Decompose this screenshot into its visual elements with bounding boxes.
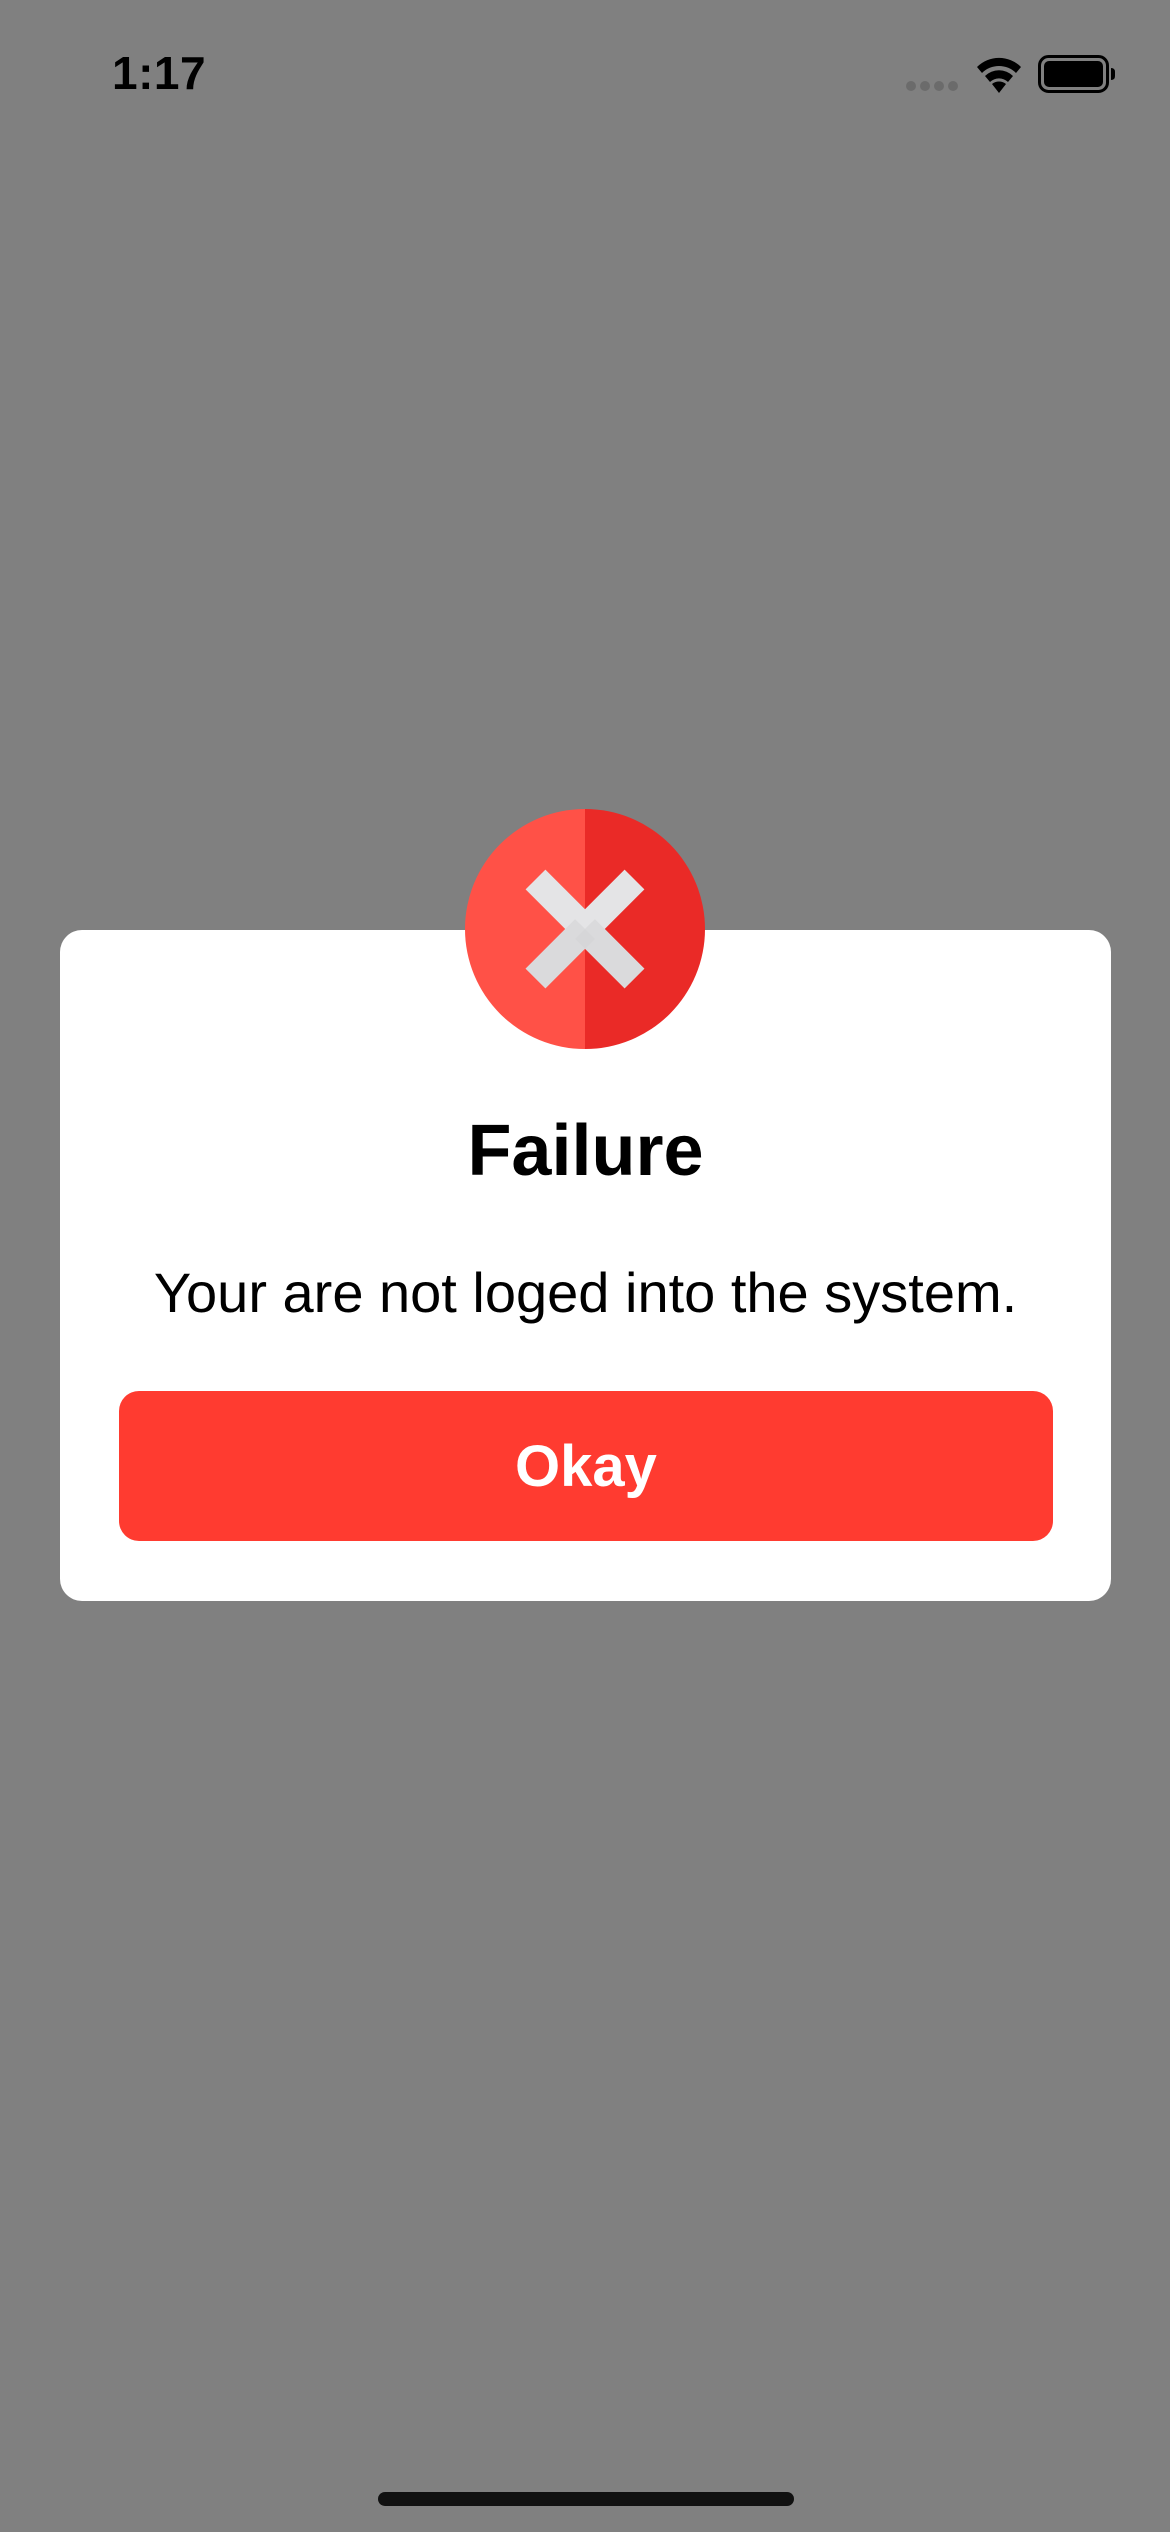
okay-button[interactable]: Okay <box>119 1391 1053 1541</box>
home-indicator[interactable] <box>378 2492 794 2506</box>
status-bar: 1:17 <box>0 0 1170 150</box>
cellular-signal-icon <box>906 81 958 91</box>
dialog-message: Your are not loged into the system. <box>153 1261 1018 1324</box>
status-time: 1:17 <box>112 47 207 99</box>
battery-icon <box>1038 55 1115 93</box>
dialog-title: Failure <box>467 1111 704 1191</box>
screen: 1:17 Failure Your are not loged into the… <box>0 0 1170 2532</box>
wifi-icon <box>977 57 1021 93</box>
error-x-icon <box>465 809 705 1049</box>
